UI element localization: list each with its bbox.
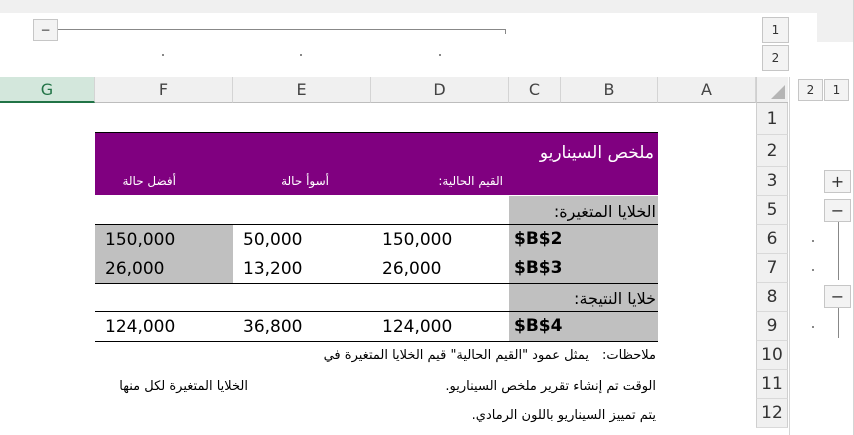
- changing-cell-best[interactable]: 26,000: [105, 259, 164, 279]
- select-all-corner[interactable]: [756, 77, 788, 103]
- table-top-border: [95, 132, 658, 133]
- row-header-5[interactable]: 5: [756, 196, 788, 225]
- notes-line-2-right: الوقت تم إنشاء تقرير ملخص السيناريو.: [445, 379, 656, 394]
- changing-bottom-border: [95, 283, 658, 284]
- column-group-collapse-button[interactable]: −: [33, 19, 58, 41]
- changing-cell-ref[interactable]: $B$3: [514, 258, 562, 278]
- row-header-1[interactable]: 1: [756, 103, 788, 135]
- column-outline-level-2-button[interactable]: 2: [762, 45, 789, 71]
- outline-dot: [300, 54, 302, 56]
- column-header-a[interactable]: A: [658, 77, 756, 103]
- row-group-expand-button[interactable]: +: [824, 170, 851, 193]
- result-cell-best[interactable]: 124,000: [105, 317, 175, 337]
- result-cell-ref[interactable]: $B$4: [514, 316, 562, 336]
- row-outline-level-1-button[interactable]: 1: [824, 79, 849, 101]
- column-header-g[interactable]: G: [0, 77, 95, 103]
- notes-line-1: يمثل عمود "القيم الحالية" قيم الخلايا ال…: [323, 348, 589, 363]
- top-gray-strip: [0, 0, 854, 13]
- notes-line-3: يتم تمييز السيناريو باللون الرمادي.: [471, 408, 656, 423]
- row-group-collapse-button-2[interactable]: −: [824, 285, 851, 308]
- outline-dot: [162, 54, 164, 56]
- outline-bar-end: [505, 29, 506, 34]
- row-header-7[interactable]: 7: [756, 254, 788, 283]
- changing-cells-label: الخلايا المتغيرة:: [553, 202, 656, 221]
- changing-cell-current[interactable]: 150,000: [382, 230, 452, 250]
- scenario-title: ملخص السيناريو: [539, 143, 654, 163]
- outline-dot: [812, 240, 814, 242]
- row-outline-bar-2: [838, 308, 839, 338]
- column-header-f[interactable]: F: [95, 77, 233, 103]
- outline-dot: [812, 326, 814, 328]
- header-worst-case: أسوأ حالة: [281, 174, 329, 188]
- row-outline-bar: [838, 222, 839, 280]
- row-header-6[interactable]: 6: [756, 225, 788, 254]
- changing-section-border: [95, 224, 658, 225]
- changing-cell-ref[interactable]: $B$2: [514, 229, 562, 249]
- result-section-border: [95, 311, 658, 312]
- column-header-e[interactable]: E: [233, 77, 371, 103]
- column-header-d[interactable]: D: [371, 77, 509, 103]
- row-outline-level-2-button[interactable]: 2: [798, 79, 823, 101]
- row-group-collapse-button[interactable]: −: [824, 199, 851, 222]
- table-bottom-border: [95, 341, 658, 342]
- changing-cell-worst[interactable]: 50,000: [243, 230, 302, 250]
- select-all-triangle-icon: [771, 85, 785, 99]
- result-cell-current[interactable]: 124,000: [382, 317, 452, 337]
- row-header-8[interactable]: 8: [756, 283, 788, 312]
- column-header-b[interactable]: B: [561, 77, 658, 103]
- header-current-values: القيم الحالية:: [438, 174, 503, 188]
- notes-line-2-left: الخلايا المتغيرة لكل منها: [119, 379, 248, 394]
- notes-label: ملاحظات:: [602, 348, 656, 363]
- outline-dot: [439, 54, 441, 56]
- column-header-c[interactable]: C: [509, 77, 561, 103]
- row-header-9[interactable]: 9: [756, 312, 788, 341]
- changing-cell-worst[interactable]: 13,200: [243, 259, 302, 279]
- changing-cell-current[interactable]: 26,000: [382, 259, 441, 279]
- result-cells-label: خلايا النتيجة:: [574, 289, 656, 308]
- row-header-11[interactable]: 11: [756, 370, 788, 399]
- row-header-10[interactable]: 10: [756, 341, 788, 370]
- top-right-box: [817, 13, 854, 42]
- row-header-12[interactable]: 12: [756, 399, 788, 428]
- changing-cell-best[interactable]: 150,000: [105, 230, 175, 250]
- row-header-3[interactable]: 3: [756, 167, 788, 196]
- column-outline-level-1-button[interactable]: 1: [762, 17, 789, 43]
- row-header-2[interactable]: 2: [756, 135, 788, 167]
- header-best-case: أفضل حالة: [122, 174, 176, 188]
- outline-bar: [58, 29, 506, 30]
- result-cell-worst[interactable]: 36,800: [243, 317, 302, 337]
- row-outline-area: [789, 77, 854, 435]
- outline-dot: [812, 269, 814, 271]
